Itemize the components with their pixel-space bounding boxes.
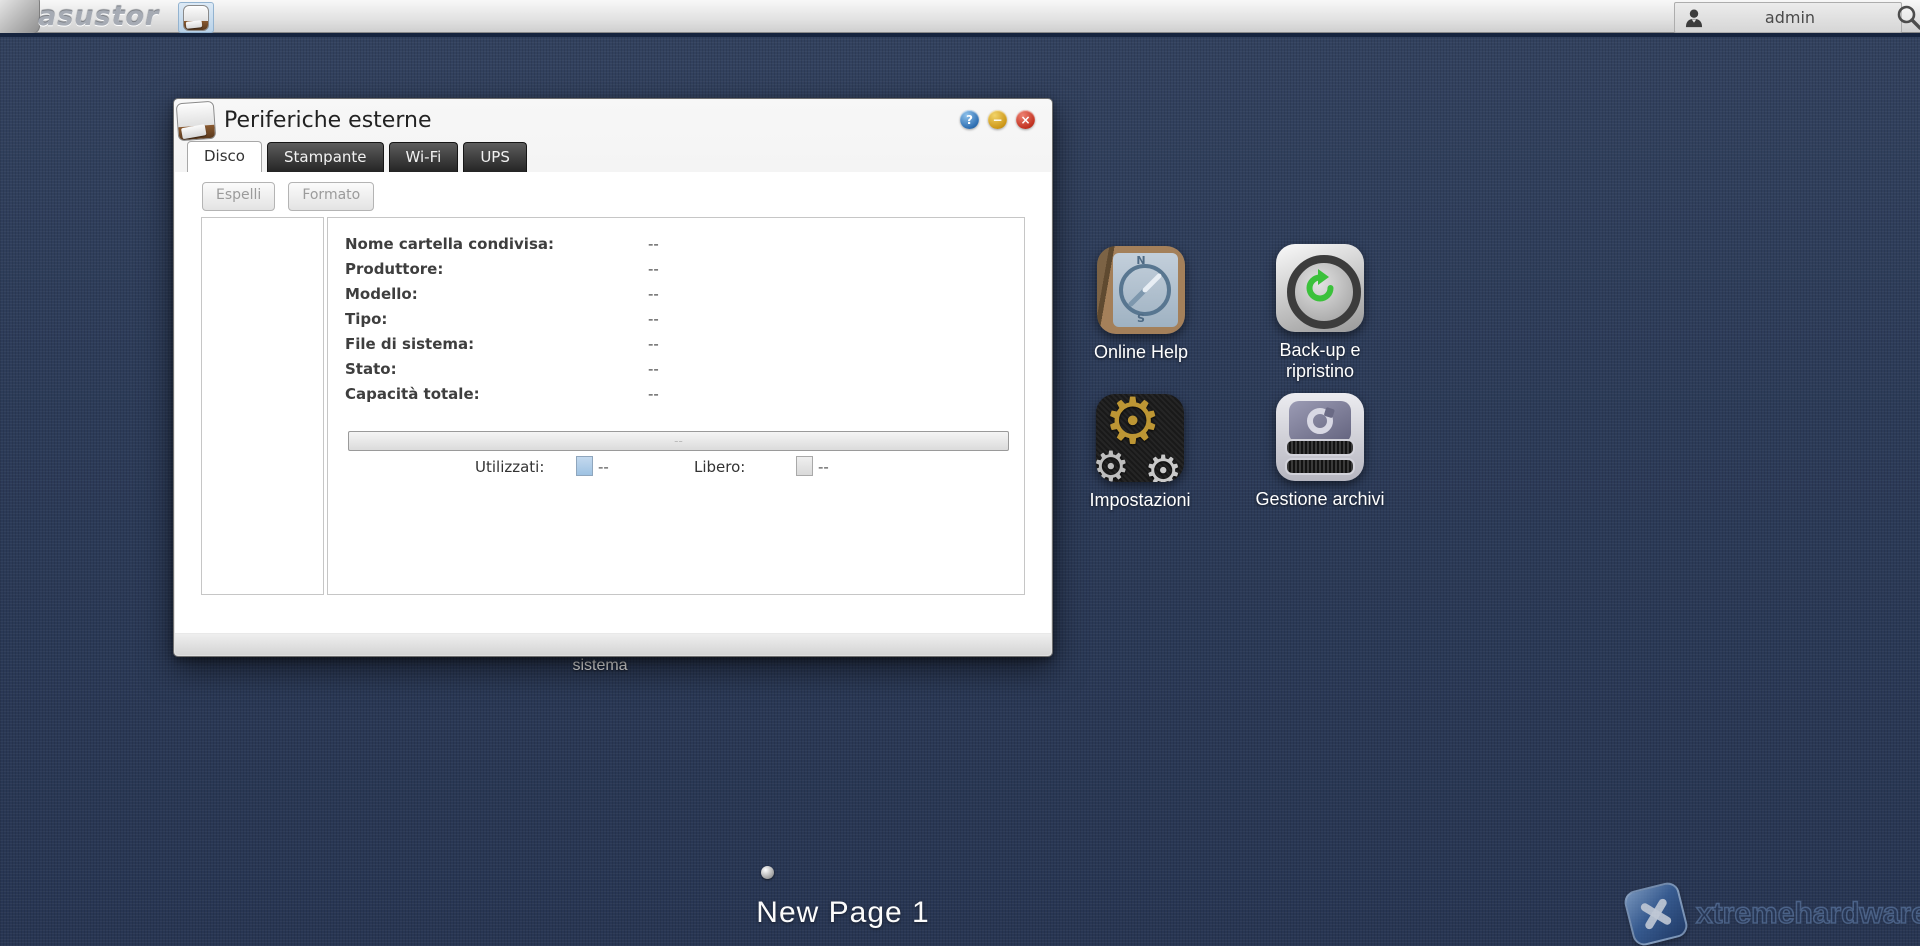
watermark-text: xtremehardware.it	[1696, 897, 1920, 931]
question-icon: ?	[966, 114, 973, 126]
top-bar: asustor admin	[0, 0, 1920, 33]
field-value: --	[648, 232, 659, 257]
desktop: asustor admin Perifer	[0, 0, 1920, 946]
online-help-icon: N S	[1097, 246, 1185, 334]
capacity-progress-bar: --	[348, 431, 1009, 451]
field-value: --	[648, 382, 659, 407]
minimize-button[interactable]: −	[988, 110, 1007, 129]
field-row: Nome cartella condivisa: --	[328, 232, 1024, 257]
format-button[interactable]: Formato	[288, 182, 374, 211]
drive-slot	[1285, 439, 1355, 456]
tab-stampante[interactable]: Stampante	[267, 142, 384, 172]
window-footer	[175, 633, 1051, 655]
window-titlebar[interactable]: Periferiche esterne ? − ×	[174, 99, 1052, 142]
asustor-logo: asustor	[38, 1, 159, 32]
desktop-page-title: New Page 1	[756, 896, 929, 930]
field-label: Capacità totale:	[345, 382, 480, 407]
field-value: --	[648, 307, 659, 332]
external-drive-icon	[176, 101, 217, 142]
legend-used-swatch	[576, 456, 593, 476]
page-indicator-dot[interactable]	[761, 866, 774, 879]
tab-ups[interactable]: UPS	[463, 142, 527, 172]
external-devices-window: Periferiche esterne ? − × Disco Stampant…	[173, 98, 1053, 657]
corner-button-partial	[0, 0, 40, 34]
username-label: admin	[1705, 8, 1901, 27]
desktop-icon-label: Online Help	[1061, 342, 1221, 363]
help-button[interactable]: ?	[960, 110, 979, 129]
topbar-separator	[0, 33, 1920, 37]
usage-legend: Utilizzati: -- Libero: --	[328, 456, 1024, 478]
legend-free-value: --	[818, 458, 829, 476]
desktop-icon-label: Back-up e ripristino	[1258, 340, 1382, 382]
search-icon	[1895, 3, 1920, 31]
field-label: File di sistema:	[345, 332, 474, 357]
desktop-icon-label: Impostazioni	[1060, 490, 1220, 511]
legend-used-label: Utilizzati:	[475, 458, 544, 476]
field-value: --	[648, 332, 659, 357]
toolbar: Espelli Formato	[202, 182, 374, 211]
xtremehardware-logo-icon	[1622, 880, 1690, 946]
field-value: --	[648, 357, 659, 382]
window-controls: ? − ×	[960, 110, 1035, 129]
field-row: Modello: --	[328, 282, 1024, 307]
taskbar-item-external-devices[interactable]	[178, 2, 214, 33]
hidden-desktop-icon-label: sistema	[558, 657, 642, 675]
user-icon	[1683, 7, 1705, 29]
field-label: Stato:	[345, 357, 397, 382]
silver-gear-icon: ⚙	[1096, 446, 1130, 482]
circular-arrow-icon	[1300, 268, 1340, 308]
device-detail-panel: Nome cartella condivisa: -- Produttore: …	[327, 217, 1025, 595]
tab-disco[interactable]: Disco	[187, 141, 262, 172]
drive-slot	[1285, 458, 1355, 475]
field-value: --	[648, 257, 659, 282]
legend-used-value: --	[598, 458, 609, 476]
desktop-icon-storage-manager[interactable]: Gestione archivi	[1240, 393, 1400, 510]
field-value: --	[648, 282, 659, 307]
search-button[interactable]	[1895, 3, 1920, 31]
field-row: Capacità totale: --	[328, 382, 1024, 407]
user-menu[interactable]: admin	[1674, 2, 1902, 33]
legend-free-swatch	[796, 456, 813, 476]
minimize-icon: −	[992, 114, 1002, 126]
field-label: Nome cartella condivisa:	[345, 232, 554, 257]
backup-restore-icon	[1276, 244, 1364, 332]
window-body: Espelli Formato Nome cartella condivisa:…	[175, 172, 1051, 633]
wrench-icon	[1303, 405, 1337, 439]
field-label: Modello:	[345, 282, 418, 307]
settings-icon: ⚙ ⚙ ⚙	[1096, 394, 1184, 482]
field-row: Tipo: --	[328, 307, 1024, 332]
close-icon: ×	[1020, 114, 1030, 126]
compass-s-label: S	[1097, 312, 1185, 325]
field-row: Stato: --	[328, 357, 1024, 382]
window-title: Periferiche esterne	[224, 108, 431, 133]
compass-n-label: N	[1097, 254, 1185, 267]
desktop-icon-label: Gestione archivi	[1240, 489, 1400, 510]
watermark: xtremehardware.it	[1628, 886, 1920, 942]
field-row: Produttore: --	[328, 257, 1024, 282]
storage-manager-icon	[1276, 393, 1364, 481]
field-label: Tipo:	[345, 307, 387, 332]
detail-fields: Nome cartella condivisa: -- Produttore: …	[328, 232, 1024, 407]
silver-gear-icon: ⚙	[1144, 450, 1182, 482]
legend-free-label: Libero:	[694, 458, 745, 476]
desktop-icon-online-help[interactable]: N S Online Help	[1061, 246, 1221, 363]
eject-button[interactable]: Espelli	[202, 182, 275, 211]
field-label: Produttore:	[345, 257, 443, 282]
external-drive-icon	[183, 5, 209, 31]
desktop-icon-settings[interactable]: ⚙ ⚙ ⚙ Impostazioni	[1060, 394, 1220, 511]
device-list-panel[interactable]	[201, 217, 324, 595]
field-row: File di sistema: --	[328, 332, 1024, 357]
close-button[interactable]: ×	[1016, 110, 1035, 129]
desktop-icon-backup[interactable]: Back-up e ripristino	[1240, 244, 1400, 382]
tab-bar: Disco Stampante Wi-Fi UPS	[187, 142, 527, 172]
tab-wifi[interactable]: Wi-Fi	[389, 142, 459, 172]
